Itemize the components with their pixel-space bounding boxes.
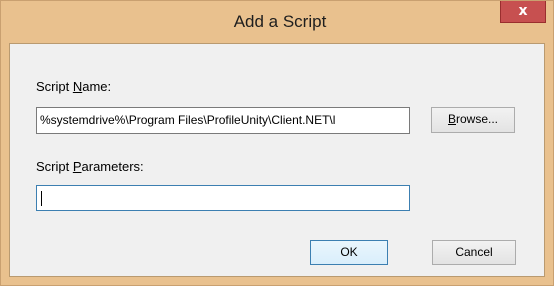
cancel-button[interactable]: Cancel [432,240,516,265]
add-script-dialog: Add a Script x Script Name: %systemdrive… [0,0,554,286]
title-bar[interactable]: Add a Script x [1,1,553,43]
dialog-body: Script Name: %systemdrive%\Program Files… [9,43,545,277]
dialog-title: Add a Script [233,12,327,31]
script-parameters-label: Script Parameters: [36,159,144,174]
close-icon: x [518,3,528,19]
script-name-label: Script Name: [36,79,112,94]
script-name-value: %systemdrive%\Program Files\ProfileUnity… [40,113,336,127]
close-button[interactable]: x [500,1,546,23]
script-name-field[interactable]: %systemdrive%\Program Files\ProfileUnity… [36,107,410,134]
browse-button[interactable]: Browse... [431,107,515,133]
ok-button[interactable]: OK [310,240,388,265]
text-caret [41,191,42,207]
script-parameters-field[interactable] [36,185,410,211]
